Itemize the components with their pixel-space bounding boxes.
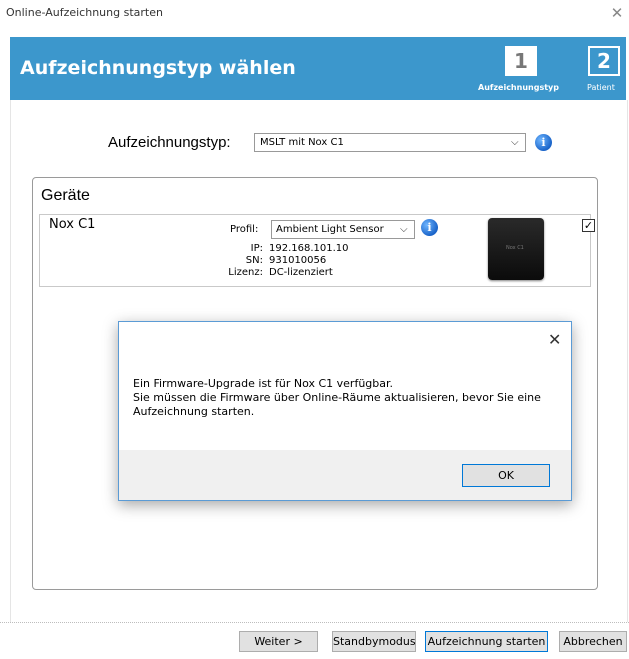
start-recording-button[interactable]: Aufzeichnung starten — [425, 631, 548, 652]
next-button[interactable]: Weiter > — [239, 631, 318, 652]
step-2-indicator: 2 — [588, 46, 620, 76]
license-label: Lizenz: — [228, 267, 263, 278]
dialog-close-icon[interactable]: ✕ — [548, 330, 561, 349]
firmware-dialog: ✕ Ein Firmware-Upgrade ist für Nox C1 ve… — [118, 321, 572, 501]
ip-value: 192.168.101.10 — [269, 243, 349, 254]
device-card: Nox C1 Profil: Ambient Light Sensor ⌵ i … — [39, 214, 595, 287]
dialog-message-line: Sie müssen die Firmware über Online-Räum… — [133, 391, 541, 404]
license-value: DC-lizenziert — [269, 267, 333, 278]
recording-type-select[interactable]: MSLT mit Nox C1 ⌵ — [254, 133, 526, 152]
footer-divider — [0, 622, 629, 623]
sn-label: SN: — [245, 255, 263, 266]
chevron-down-icon: ⌵ — [511, 137, 519, 148]
dialog-footer: OK — [119, 450, 571, 500]
window-close-icon[interactable]: ✕ — [608, 3, 626, 23]
ip-label: IP: — [250, 243, 263, 254]
ok-button[interactable]: OK — [462, 464, 550, 487]
dialog-message-line: Ein Firmware-Upgrade ist für Nox C1 verf… — [133, 377, 394, 390]
device-image-label: Nox C1 — [506, 245, 524, 251]
window-title: Online-Aufzeichnung starten — [6, 6, 163, 19]
device-name: Nox C1 — [49, 217, 96, 232]
devices-title: Geräte — [41, 187, 90, 204]
title-bar: Online-Aufzeichnung starten ✕ — [0, 0, 629, 28]
info-icon[interactable]: i — [421, 219, 438, 236]
dialog-message: Ein Firmware-Upgrade ist für Nox C1 verf… — [133, 377, 553, 419]
step-1-label: Aufzeichnungstyp — [478, 83, 559, 92]
step-2-label: Patient — [587, 83, 615, 92]
recording-type-label: Aufzeichnungstyp: — [108, 134, 231, 151]
profile-select[interactable]: Ambient Light Sensor ⌵ — [271, 220, 415, 239]
profile-value: Ambient Light Sensor — [276, 224, 384, 235]
step-1-indicator: 1 — [505, 46, 537, 76]
device-image: Nox C1 — [488, 218, 544, 280]
chevron-down-icon: ⌵ — [400, 224, 408, 235]
dialog-message-line: Aufzeichnung starten. — [133, 405, 255, 418]
standby-button[interactable]: Standbymodus — [332, 631, 416, 652]
sn-value: 931010056 — [269, 255, 327, 266]
device-checkbox[interactable]: ✓ — [582, 219, 595, 232]
profile-label: Profil: — [230, 224, 259, 235]
page-title: Aufzeichnungstyp wählen — [20, 57, 296, 79]
wizard-header: Aufzeichnungstyp wählen 1 Aufzeichnungst… — [10, 37, 626, 100]
recording-type-value: MSLT mit Nox C1 — [260, 137, 344, 148]
cancel-button[interactable]: Abbrechen — [559, 631, 627, 652]
info-icon[interactable]: i — [535, 134, 552, 151]
